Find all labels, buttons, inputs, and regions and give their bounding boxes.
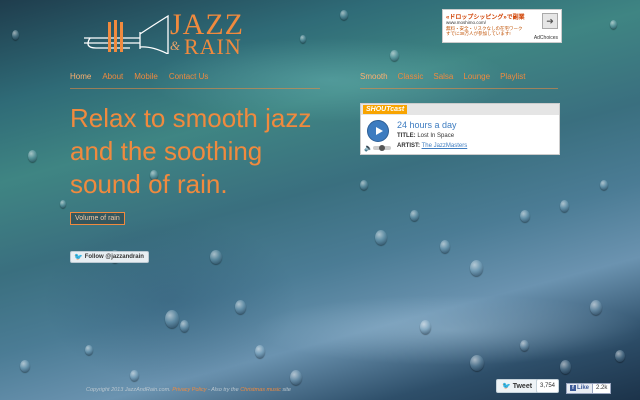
volume-slider[interactable] [373, 145, 391, 151]
footer-site-text: site [280, 387, 291, 393]
facebook-icon: f [570, 385, 576, 391]
volume-slider-knob[interactable] [379, 145, 385, 151]
tweet-label: Tweet [512, 382, 533, 390]
nav-about[interactable]: About [102, 72, 123, 81]
ad-arrow-icon[interactable]: ➜ [542, 13, 558, 29]
twitter-bird-icon: 🐦 [74, 254, 83, 261]
ad-url: www.moshimo.com/ [446, 20, 487, 25]
speaker-icon[interactable]: 🔈 [364, 144, 373, 152]
ad-banner[interactable]: «ドロップシッピング»で副業 www.moshimo.com/ 無料・安全・リス… [442, 9, 562, 43]
shoutcast-player: SHOUTcast 24 hours a day TITLE: Lost In … [360, 103, 560, 155]
track-artist-link[interactable]: The JazzMasters [422, 143, 468, 149]
tweet-button[interactable]: 🐦 Tweet [496, 379, 539, 393]
ad-text-line2: すでに38万人が参加しています! [446, 31, 511, 36]
track-title-label: TITLE: [397, 133, 416, 139]
facebook-like-button[interactable]: f Like [566, 383, 594, 394]
footer: Copyright 2013 JazzAndRain.com. Privacy … [86, 387, 291, 393]
footer-copyright: Copyright 2013 JazzAndRain.com. [86, 387, 173, 393]
volume-of-rain-button[interactable]: Volume of rain [70, 212, 125, 225]
like-count: 2.2k [592, 383, 612, 394]
site-logo[interactable]: JAZZ & RAIN [80, 8, 250, 59]
nav-divider-right [360, 88, 558, 89]
track-artist-label: ARTIST: [397, 143, 420, 149]
nav-divider-left [70, 88, 320, 89]
nav-mobile[interactable]: Mobile [134, 72, 158, 81]
tweet-count: 3,754 [536, 379, 560, 393]
station-playlist[interactable]: Playlist [500, 72, 525, 81]
nav-home[interactable]: Home [70, 72, 91, 81]
ad-choices-link[interactable]: AdChoices [534, 35, 558, 41]
station-nav: Smooth Classic Salsa Lounge Playlist [360, 72, 525, 81]
logo-rain-text: RAIN [184, 34, 242, 59]
track-artist-row: ARTIST: The JazzMasters [397, 143, 467, 149]
station-name: 24 hours a day [397, 120, 457, 130]
play-icon [376, 127, 383, 135]
play-button[interactable] [367, 120, 389, 142]
tweet-bird-icon: 🐦 [502, 383, 511, 390]
christmas-music-link[interactable]: Christmas music [240, 387, 281, 393]
station-classic[interactable]: Classic [398, 72, 424, 81]
like-label: Like [577, 385, 590, 391]
shoutcast-logo: SHOUTcast [363, 105, 408, 114]
track-title-value: Lost In Space [417, 133, 455, 139]
page-headline: Relax to smooth jazz and the soothing so… [70, 103, 312, 199]
trumpet-icon [84, 14, 169, 54]
logo-ampersand: & [170, 38, 181, 53]
nav-contact-us[interactable]: Contact Us [169, 72, 209, 81]
twitter-follow-button[interactable]: 🐦 Follow @jazzandrain [70, 251, 149, 263]
station-salsa[interactable]: Salsa [433, 72, 453, 81]
main-nav: Home About Mobile Contact Us [70, 72, 208, 81]
track-title-row: TITLE: Lost In Space [397, 133, 454, 139]
twitter-follow-label: Follow @jazzandrain [84, 254, 144, 260]
station-smooth[interactable]: Smooth [360, 72, 388, 81]
footer-also-text: - Also try the [206, 387, 241, 393]
station-lounge[interactable]: Lounge [463, 72, 490, 81]
player-header: SHOUTcast [361, 104, 559, 115]
privacy-policy-link[interactable]: Privacy Policy [172, 387, 206, 393]
